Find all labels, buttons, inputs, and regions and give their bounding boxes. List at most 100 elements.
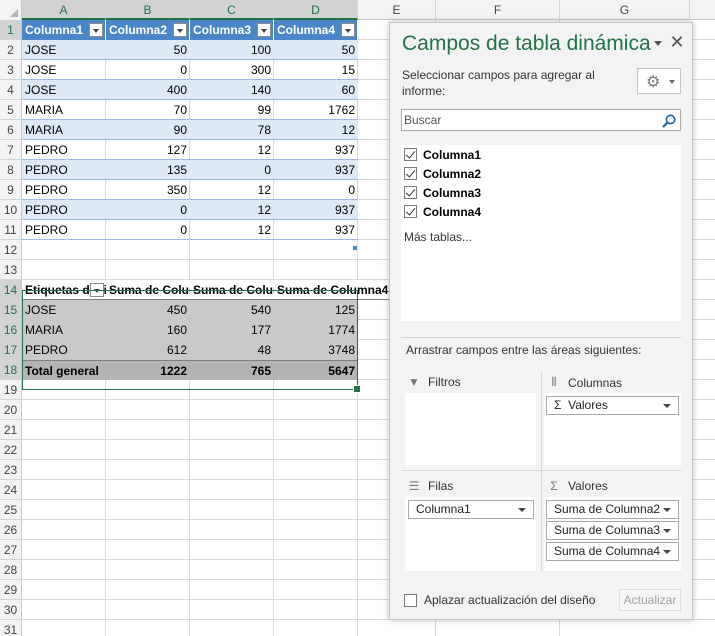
row-header-16[interactable]: 16 xyxy=(0,320,22,340)
pivot-cell[interactable]: JOSE xyxy=(22,300,106,320)
table-cell[interactable]: 140 xyxy=(190,80,274,100)
pivot-total-cell[interactable]: 5647 xyxy=(274,360,358,380)
table-cell[interactable]: PEDRO xyxy=(22,140,106,160)
table-cell[interactable]: 0 xyxy=(106,220,190,240)
row-labels-filter-icon[interactable] xyxy=(90,283,104,297)
row-header-24[interactable]: 24 xyxy=(0,480,22,500)
tools-button[interactable]: ⚙ xyxy=(637,68,681,94)
search-box[interactable] xyxy=(401,109,681,131)
table-cell[interactable]: JOSE xyxy=(22,40,106,60)
table-cell[interactable]: 90 xyxy=(106,120,190,140)
pivot-cell[interactable]: 3748 xyxy=(274,340,358,360)
filter-dropdown-icon[interactable] xyxy=(257,23,271,37)
pivot-header-cell[interactable]: Suma de Columna4 xyxy=(274,280,389,300)
row-header-10[interactable]: 10 xyxy=(0,200,22,220)
table-cell[interactable]: PEDRO xyxy=(22,220,106,240)
row-header-31[interactable]: 31 xyxy=(0,620,22,636)
column-header-f[interactable]: F xyxy=(436,0,560,20)
field-item-columna2[interactable]: Columna2 xyxy=(404,164,481,183)
row-header-17[interactable]: 17 xyxy=(0,340,22,360)
table-cell[interactable]: 937 xyxy=(274,220,358,240)
rows-drop-area[interactable]: Columna1 xyxy=(405,497,536,571)
filters-drop-area[interactable] xyxy=(405,393,536,465)
row-header-7[interactable]: 7 xyxy=(0,140,22,160)
row-header-9[interactable]: 9 xyxy=(0,180,22,200)
row-header-27[interactable]: 27 xyxy=(0,540,22,560)
table-cell[interactable]: MARIA xyxy=(22,120,106,140)
table-cell[interactable]: MARIA xyxy=(22,100,106,120)
row-header-18[interactable]: 18 xyxy=(0,360,22,380)
close-icon[interactable]: ✕ xyxy=(669,32,685,53)
table-resize-handle[interactable] xyxy=(353,246,357,250)
table-cell[interactable]: 0 xyxy=(106,60,190,80)
row-header-28[interactable]: 28 xyxy=(0,560,22,580)
field-checkbox[interactable] xyxy=(404,148,417,161)
table-header-cell[interactable]: Columna3 xyxy=(190,20,274,40)
field-item-columna1[interactable]: Columna1 xyxy=(404,145,481,164)
table-cell[interactable]: 12 xyxy=(190,200,274,220)
table-cell[interactable]: 0 xyxy=(106,200,190,220)
table-cell[interactable]: 60 xyxy=(274,80,358,100)
table-header-cell[interactable]: Columna2 xyxy=(106,20,190,40)
pivot-total-cell[interactable]: 1222 xyxy=(106,360,190,380)
row-header-2[interactable]: 2 xyxy=(0,40,22,60)
row-header-14[interactable]: 14 xyxy=(0,280,22,300)
table-cell[interactable]: 12 xyxy=(190,220,274,240)
pivot-total-cell[interactable]: Total general xyxy=(22,360,106,380)
column-header-g[interactable]: G xyxy=(560,0,690,20)
row-header-13[interactable]: 13 xyxy=(0,260,22,280)
row-header-5[interactable]: 5 xyxy=(0,100,22,120)
row-header-25[interactable]: 25 xyxy=(0,500,22,520)
table-cell[interactable]: 0 xyxy=(274,180,358,200)
table-cell[interactable]: 937 xyxy=(274,160,358,180)
row-header-26[interactable]: 26 xyxy=(0,520,22,540)
row-header-20[interactable]: 20 xyxy=(0,400,22,420)
filter-dropdown-icon[interactable] xyxy=(173,23,187,37)
field-item-columna4[interactable]: Columna4 xyxy=(404,202,481,221)
table-cell[interactable]: 0 xyxy=(190,160,274,180)
columns-chip-valores[interactable]: Σ Valores xyxy=(546,396,679,415)
values-chip-columna4[interactable]: Suma de Columna4 xyxy=(546,542,679,561)
row-header-19[interactable]: 19 xyxy=(0,380,22,400)
table-cell[interactable]: 300 xyxy=(190,60,274,80)
pivot-total-cell[interactable]: 765 xyxy=(190,360,274,380)
pivot-cell[interactable]: 177 xyxy=(190,320,274,340)
table-cell[interactable]: 99 xyxy=(190,100,274,120)
column-header-b[interactable]: B xyxy=(106,0,190,20)
pivot-cell[interactable]: 540 xyxy=(190,300,274,320)
columns-drop-area[interactable]: Σ Valores xyxy=(544,393,681,465)
pane-options-chevron-icon[interactable] xyxy=(654,41,662,46)
table-cell[interactable]: 15 xyxy=(274,60,358,80)
row-header-4[interactable]: 4 xyxy=(0,80,22,100)
pivot-cell[interactable]: 160 xyxy=(106,320,190,340)
update-button[interactable]: Actualizar xyxy=(619,589,681,611)
pivot-cell[interactable]: PEDRO xyxy=(22,340,106,360)
table-cell[interactable]: 400 xyxy=(106,80,190,100)
pivot-cell[interactable]: 450 xyxy=(106,300,190,320)
table-cell[interactable]: PEDRO xyxy=(22,200,106,220)
row-header-6[interactable]: 6 xyxy=(0,120,22,140)
table-cell[interactable]: 70 xyxy=(106,100,190,120)
select-all-corner[interactable] xyxy=(0,0,22,20)
pivot-header-cell[interactable]: Etiquetas de fila xyxy=(22,280,106,300)
row-header-23[interactable]: 23 xyxy=(0,460,22,480)
pivot-cell[interactable]: 48 xyxy=(190,340,274,360)
values-drop-area[interactable]: Suma de Columna2 Suma de Columna3 Suma d… xyxy=(544,497,681,571)
table-cell[interactable]: 100 xyxy=(190,40,274,60)
field-checkbox[interactable] xyxy=(404,186,417,199)
table-cell[interactable]: PEDRO xyxy=(22,160,106,180)
table-cell[interactable]: 135 xyxy=(106,160,190,180)
more-tables-link[interactable]: Más tablas... xyxy=(404,230,472,244)
row-header-11[interactable]: 11 xyxy=(0,220,22,240)
table-cell[interactable]: PEDRO xyxy=(22,180,106,200)
values-chip-columna2[interactable]: Suma de Columna2 xyxy=(546,500,679,519)
table-cell[interactable]: 127 xyxy=(106,140,190,160)
search-icon[interactable] xyxy=(661,113,677,129)
row-header-21[interactable]: 21 xyxy=(0,420,22,440)
table-cell[interactable]: 350 xyxy=(106,180,190,200)
row-header-29[interactable]: 29 xyxy=(0,580,22,600)
table-cell[interactable]: 50 xyxy=(106,40,190,60)
table-cell[interactable]: 937 xyxy=(274,200,358,220)
field-item-columna3[interactable]: Columna3 xyxy=(404,183,481,202)
search-input[interactable] xyxy=(404,112,654,128)
